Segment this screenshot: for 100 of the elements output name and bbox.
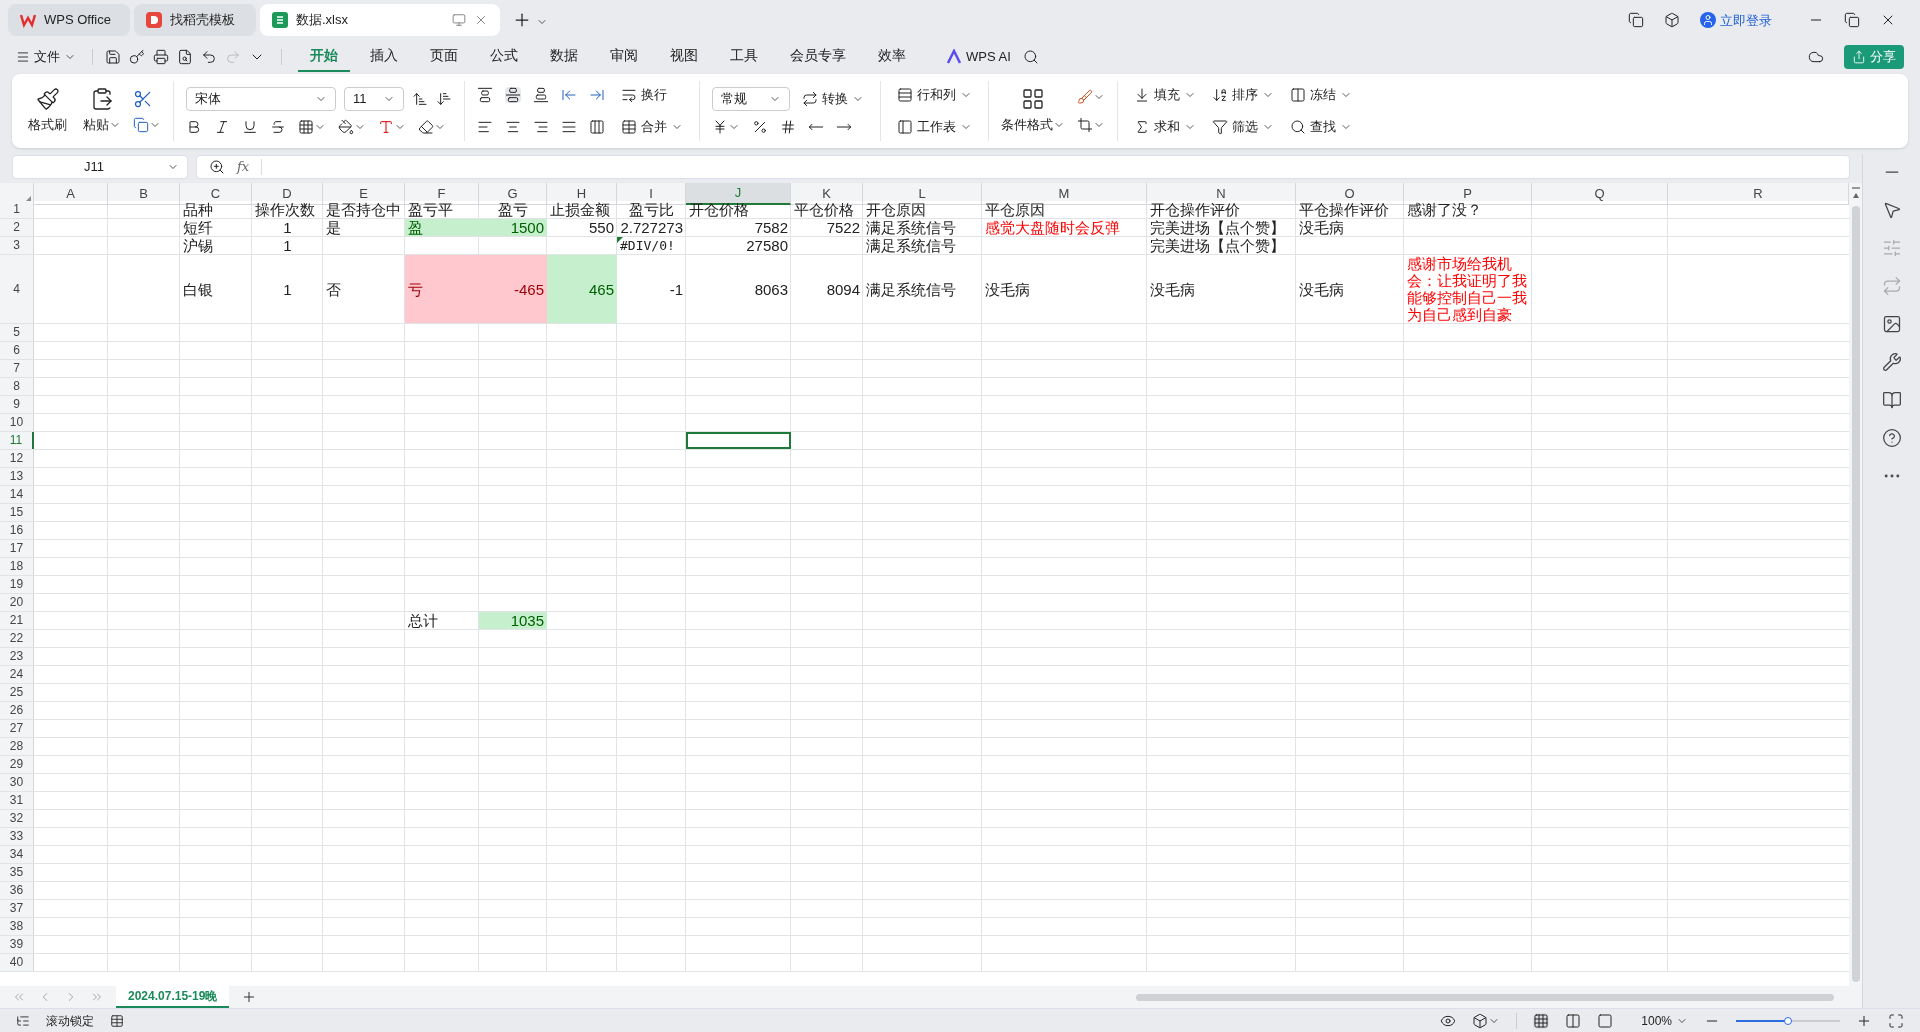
font-size-dropdown[interactable]: 11 xyxy=(344,87,404,111)
row-header[interactable]: 35 xyxy=(0,864,34,881)
row-header[interactable]: 2 xyxy=(0,219,34,236)
ribbon-tab[interactable]: 视图 xyxy=(658,42,710,72)
fill-color-icon[interactable] xyxy=(338,119,354,135)
window-icon[interactable] xyxy=(1628,12,1644,29)
row-header[interactable]: 40 xyxy=(0,954,34,971)
outdent-icon[interactable] xyxy=(561,87,577,103)
row-header[interactable]: 14 xyxy=(0,486,34,503)
crop-icon[interactable] xyxy=(1077,117,1093,133)
row-header[interactable]: 19 xyxy=(0,576,34,593)
row-header[interactable]: 5 xyxy=(0,324,34,341)
row-header[interactable]: 10 xyxy=(0,414,34,431)
file-menu[interactable]: 文件 xyxy=(12,47,80,67)
help-icon[interactable] xyxy=(1881,428,1902,448)
wrap-text-button[interactable]: 换行 xyxy=(617,83,671,107)
row-header[interactable]: 7 xyxy=(0,360,34,377)
font-color-icon[interactable] xyxy=(378,119,394,135)
row-header[interactable]: 26 xyxy=(0,702,34,719)
font-dropdown[interactable]: 宋体 xyxy=(186,87,336,111)
restore-icon[interactable] xyxy=(1844,12,1860,29)
zoom-dropdown[interactable]: 100% xyxy=(1641,1011,1688,1030)
monitor-icon[interactable] xyxy=(452,13,466,27)
bold-icon[interactable] xyxy=(186,119,202,135)
ribbon-tab[interactable]: 开始 xyxy=(298,42,350,72)
normal-view-icon[interactable] xyxy=(1533,1012,1550,1029)
row-header[interactable]: 25 xyxy=(0,684,34,701)
row-header[interactable]: 28 xyxy=(0,738,34,755)
scroll-thumb[interactable] xyxy=(1136,993,1834,1001)
row-header[interactable]: 4 xyxy=(0,255,34,323)
find-button[interactable]: 查找 xyxy=(1286,115,1356,139)
row-header[interactable]: 29 xyxy=(0,756,34,773)
sort-button[interactable]: 排序 xyxy=(1208,83,1278,107)
row-header[interactable]: 18 xyxy=(0,558,34,575)
ribbon-tab[interactable]: 页面 xyxy=(418,42,470,72)
print-icon[interactable] xyxy=(153,49,169,65)
row-header[interactable]: 16 xyxy=(0,522,34,539)
row-header[interactable]: 22 xyxy=(0,630,34,647)
ribbon-tab[interactable]: 审阅 xyxy=(598,42,650,72)
book-icon[interactable] xyxy=(1881,390,1902,410)
undo-icon[interactable] xyxy=(201,49,217,65)
search-icon[interactable] xyxy=(1022,49,1039,65)
scissors-icon[interactable] xyxy=(133,89,153,109)
decrease-font-icon[interactable] xyxy=(436,91,452,107)
merge-button[interactable]: 合并 xyxy=(617,115,687,139)
rows-columns-button[interactable]: 行和列 xyxy=(893,83,976,107)
row-header[interactable]: 11 xyxy=(0,432,34,449)
row-header[interactable]: 32 xyxy=(0,810,34,827)
number-format-dropdown[interactable]: 常规 xyxy=(712,87,790,111)
zoom-slider[interactable] xyxy=(1736,1015,1840,1026)
ai-button[interactable]: WPS AI xyxy=(942,47,1015,67)
strikethrough-icon[interactable] xyxy=(270,119,286,135)
row-header[interactable]: 9 xyxy=(0,396,34,413)
eraser-icon[interactable] xyxy=(418,119,434,135)
percent-icon[interactable] xyxy=(752,119,768,135)
currency-icon[interactable] xyxy=(712,119,728,135)
zoom-thumb[interactable] xyxy=(1784,1016,1792,1025)
sheet-tab[interactable]: 2024.07.15-19晚 xyxy=(116,986,230,1008)
row-header[interactable]: 39 xyxy=(0,936,34,953)
align-left-icon[interactable] xyxy=(477,119,493,135)
row-header[interactable]: 27 xyxy=(0,720,34,737)
formula-field[interactable]: fx xyxy=(196,155,1850,179)
filter-button[interactable]: 筛选 xyxy=(1208,115,1278,139)
row-header[interactable]: 6 xyxy=(0,342,34,359)
scroll-up-icon[interactable] xyxy=(1852,193,1859,198)
row-header[interactable]: 37 xyxy=(0,900,34,917)
page-break-icon[interactable] xyxy=(1597,1012,1614,1029)
convert-button[interactable]: 转换 xyxy=(798,87,868,111)
italic-icon[interactable] xyxy=(214,119,230,135)
indent-icon[interactable] xyxy=(589,87,605,103)
column-header[interactable]: B xyxy=(108,183,180,205)
align-bottom-icon[interactable] xyxy=(533,87,549,103)
vertical-scrollbar[interactable] xyxy=(1849,183,1862,986)
select-all-icon[interactable] xyxy=(25,195,31,202)
row-header[interactable]: 30 xyxy=(0,774,34,791)
selected-cell[interactable] xyxy=(686,432,791,449)
row-header[interactable]: 34 xyxy=(0,846,34,863)
share-button[interactable]: 分享 xyxy=(1844,45,1904,69)
row-header[interactable]: 8 xyxy=(0,378,34,395)
align-middle-icon[interactable] xyxy=(505,87,521,103)
fullscreen-icon[interactable] xyxy=(1888,1012,1904,1029)
picture-tool-icon[interactable] xyxy=(1881,314,1902,334)
border-icon[interactable] xyxy=(298,119,314,135)
ribbon-tab[interactable]: 效率 xyxy=(866,42,918,72)
align-top-icon[interactable] xyxy=(477,87,493,103)
window-tab[interactable]: 数据.xlsx xyxy=(260,4,500,36)
name-box[interactable]: J11 xyxy=(12,155,188,179)
row-header[interactable]: 38 xyxy=(0,918,34,935)
underline-icon[interactable] xyxy=(242,119,258,135)
ribbon-tab[interactable]: 插入 xyxy=(358,42,410,72)
row-header[interactable]: 17 xyxy=(0,540,34,557)
sum-button[interactable]: 求和 xyxy=(1130,115,1200,139)
row-header[interactable]: 36 xyxy=(0,882,34,899)
worksheet-button[interactable]: 工作表 xyxy=(893,115,976,139)
scroll-lock-label[interactable]: 滚动锁定 xyxy=(46,1011,94,1030)
window-tab[interactable]: WPS Office xyxy=(8,4,130,36)
paste-button[interactable]: 粘贴 xyxy=(79,87,125,135)
ribbon-tab[interactable]: 会员专享 xyxy=(778,42,858,72)
distribute-icon[interactable] xyxy=(589,119,605,135)
row-header[interactable]: 23 xyxy=(0,648,34,665)
